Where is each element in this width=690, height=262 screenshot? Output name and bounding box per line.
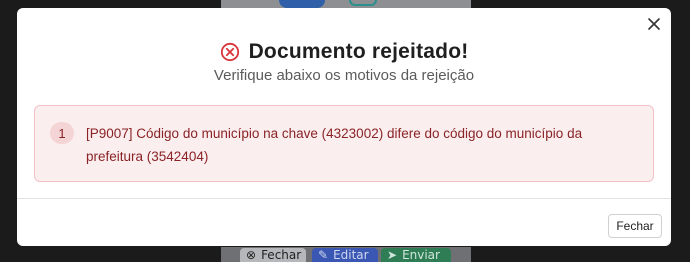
background-logo xyxy=(279,0,325,8)
close-modal-button[interactable] xyxy=(646,16,662,32)
error-number-badge: 1 xyxy=(50,122,74,144)
background-send-label: Enviar xyxy=(402,248,440,262)
background-header xyxy=(221,0,471,8)
background-close-button: ⊗ Fechar xyxy=(240,248,306,262)
close-icon xyxy=(648,18,660,30)
close-button[interactable]: Fechar xyxy=(608,214,662,238)
error-circle-icon xyxy=(220,42,239,62)
error-list-item: 1 [P9007] Código do município na chave (… xyxy=(34,105,654,182)
error-message: [P9007] Código do município na chave (43… xyxy=(86,126,583,164)
background-close-label: Fechar xyxy=(261,248,302,262)
background-logo-accent xyxy=(349,0,377,6)
rejection-modal: Documento rejeitado! Verifique abaixo os… xyxy=(17,8,671,246)
footer-divider xyxy=(17,198,671,199)
modal-title-text: Documento rejeitado! xyxy=(248,40,469,63)
background-edit-label: Editar xyxy=(333,248,369,262)
background-send-button: ➤ Enviar xyxy=(381,248,451,262)
modal-title: Documento rejeitado! xyxy=(17,40,671,64)
modal-subtitle: Verifique abaixo os motivos da rejeição xyxy=(213,67,475,84)
background-edit-button: ✎ Editar xyxy=(312,248,378,262)
x-circle-icon: ⊗ xyxy=(246,248,257,262)
send-icon: ➤ xyxy=(387,248,398,262)
pencil-icon: ✎ xyxy=(318,248,329,262)
